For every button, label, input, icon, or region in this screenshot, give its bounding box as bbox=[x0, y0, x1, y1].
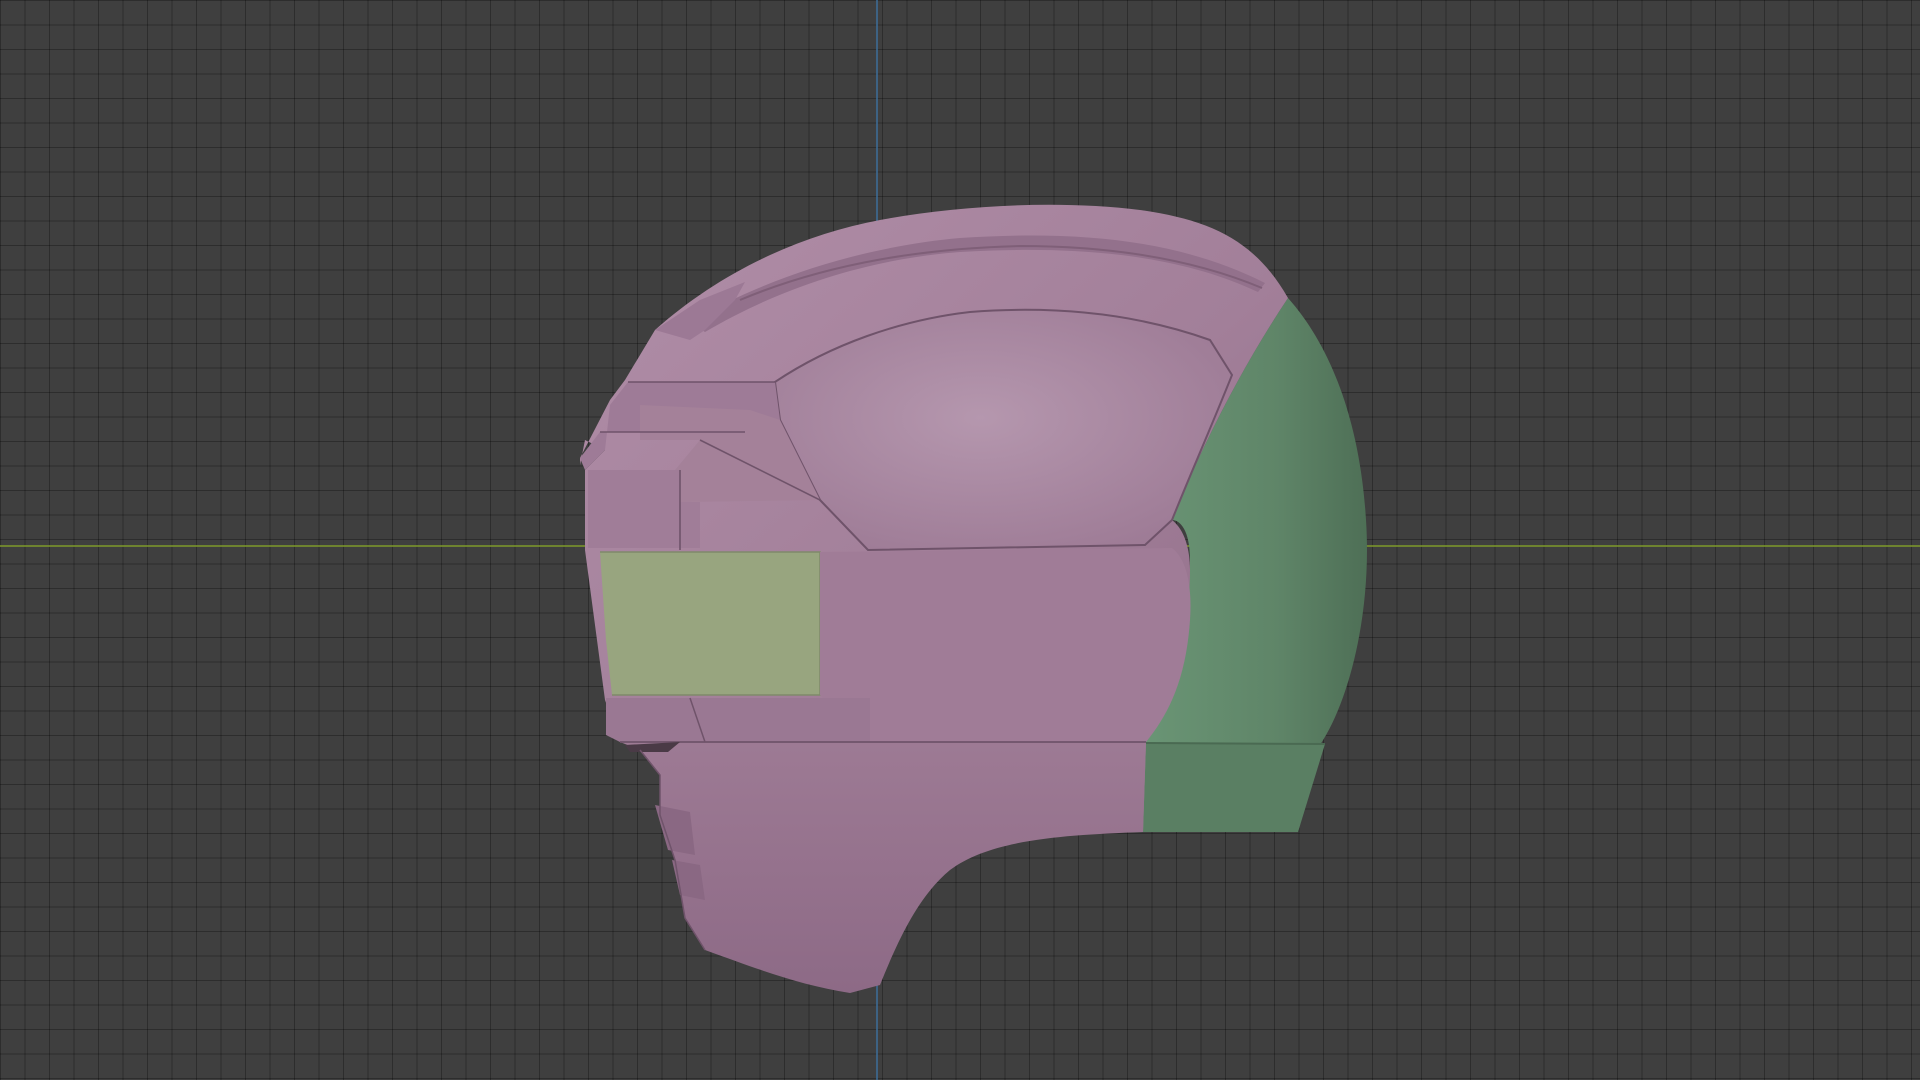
rear-rim-edge bbox=[1145, 742, 1326, 745]
helmet-cheek-panel bbox=[820, 548, 1191, 742]
helmet-nose-band bbox=[606, 698, 870, 742]
viewport-canvas[interactable] bbox=[0, 0, 1920, 1080]
helmet-mesh[interactable] bbox=[580, 204, 1367, 993]
helmet-rear-rim bbox=[1143, 742, 1325, 832]
chin-vent-lower bbox=[672, 860, 705, 900]
helmet-visor[interactable] bbox=[600, 552, 820, 695]
3d-viewport[interactable] bbox=[0, 0, 1920, 1080]
chin-vent bbox=[655, 805, 695, 855]
